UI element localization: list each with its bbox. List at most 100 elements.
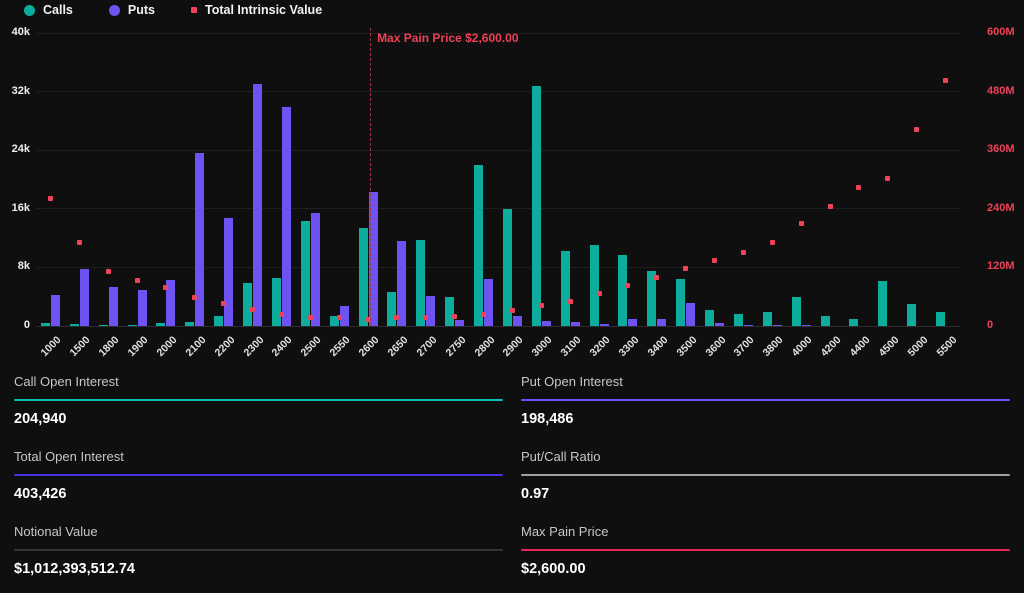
- call-bar-1800[interactable]: [99, 325, 108, 326]
- call-bar-3000[interactable]: [532, 86, 541, 326]
- intrinsic-value-dot-2400[interactable]: [279, 312, 284, 317]
- call-bar-2700[interactable]: [416, 240, 425, 326]
- put-bar-3000[interactable]: [542, 321, 551, 326]
- put-bar-1900[interactable]: [138, 290, 147, 326]
- call-bar-2200[interactable]: [214, 316, 223, 326]
- intrinsic-value-dot-2200[interactable]: [221, 301, 226, 306]
- call-bar-3500[interactable]: [676, 279, 685, 326]
- call-bar-5000[interactable]: [907, 304, 916, 326]
- x-axis-label-2200: 2200: [212, 334, 237, 359]
- call-bar-2100[interactable]: [185, 322, 194, 326]
- call-bar-2500[interactable]: [301, 221, 310, 326]
- call-bar-2400[interactable]: [272, 278, 281, 326]
- stat-underline-put-call-ratio: [521, 474, 1010, 476]
- call-bar-3300[interactable]: [618, 255, 627, 326]
- call-bar-2800[interactable]: [474, 165, 483, 326]
- intrinsic-value-dot-3600[interactable]: [712, 258, 717, 263]
- put-bar-3300[interactable]: [628, 319, 637, 326]
- square-marker-icon: [191, 7, 197, 13]
- put-bar-2200[interactable]: [224, 218, 233, 326]
- intrinsic-value-dot-2500[interactable]: [308, 315, 313, 320]
- intrinsic-value-dot-3000[interactable]: [539, 303, 544, 308]
- stat-underline-put-open-interest: [521, 399, 1010, 401]
- intrinsic-value-dot-3300[interactable]: [625, 283, 630, 288]
- put-bar-2800[interactable]: [484, 279, 493, 326]
- put-bar-3600[interactable]: [715, 323, 724, 326]
- intrinsic-value-dot-2750[interactable]: [452, 314, 457, 319]
- call-bar-3200[interactable]: [590, 245, 599, 326]
- intrinsic-value-dot-3400[interactable]: [654, 275, 659, 280]
- intrinsic-value-dot-2300[interactable]: [250, 307, 255, 312]
- call-bar-1500[interactable]: [70, 324, 79, 326]
- x-axis-label-3000: 3000: [530, 334, 555, 359]
- intrinsic-value-dot-3200[interactable]: [597, 291, 602, 296]
- put-bar-2500[interactable]: [311, 213, 320, 326]
- call-bar-3100[interactable]: [561, 251, 570, 326]
- put-bar-1500[interactable]: [80, 269, 89, 326]
- legend-item-calls[interactable]: Calls: [24, 3, 73, 17]
- put-bar-3800[interactable]: [773, 325, 782, 326]
- intrinsic-value-dot-5000[interactable]: [914, 127, 919, 132]
- intrinsic-value-dot-4200[interactable]: [828, 204, 833, 209]
- call-bar-4000[interactable]: [792, 297, 801, 326]
- call-bar-4200[interactable]: [821, 316, 830, 326]
- intrinsic-value-dot-3500[interactable]: [683, 266, 688, 271]
- circle-marker-icon: [109, 5, 120, 16]
- put-bar-2750[interactable]: [455, 320, 464, 326]
- put-bar-3200[interactable]: [600, 324, 609, 326]
- intrinsic-value-dot-1900[interactable]: [135, 278, 140, 283]
- put-bar-3500[interactable]: [686, 303, 695, 326]
- stat-total-open-interest: Total Open Interest403,426: [14, 443, 503, 518]
- intrinsic-value-dot-2000[interactable]: [163, 285, 168, 290]
- intrinsic-value-dot-2700[interactable]: [423, 315, 428, 320]
- intrinsic-value-dot-2100[interactable]: [192, 295, 197, 300]
- intrinsic-value-dot-5500[interactable]: [943, 78, 948, 83]
- intrinsic-value-dot-1000[interactable]: [48, 196, 53, 201]
- x-axis-label-3200: 3200: [588, 334, 613, 359]
- intrinsic-value-dot-2800[interactable]: [481, 312, 486, 317]
- right-axis-tick: 0: [987, 319, 993, 331]
- put-bar-1000[interactable]: [51, 295, 60, 326]
- stat-underline-total-open-interest: [14, 474, 503, 476]
- intrinsic-value-dot-3700[interactable]: [741, 250, 746, 255]
- call-bar-2650[interactable]: [387, 292, 396, 326]
- intrinsic-value-dot-4400[interactable]: [856, 185, 861, 190]
- call-bar-1000[interactable]: [41, 323, 50, 326]
- intrinsic-value-dot-2550[interactable]: [337, 315, 342, 320]
- x-axis-label-4500: 4500: [876, 334, 901, 359]
- put-bar-2400[interactable]: [282, 107, 291, 326]
- put-bar-2900[interactable]: [513, 316, 522, 326]
- intrinsic-value-dot-2900[interactable]: [510, 308, 515, 313]
- intrinsic-value-dot-4500[interactable]: [885, 176, 890, 181]
- put-bar-3700[interactable]: [744, 325, 753, 326]
- call-bar-5500[interactable]: [936, 312, 945, 326]
- put-bar-2700[interactable]: [426, 296, 435, 326]
- intrinsic-value-dot-4000[interactable]: [799, 221, 804, 226]
- call-bar-4500[interactable]: [878, 281, 887, 326]
- intrinsic-value-dot-1800[interactable]: [106, 269, 111, 274]
- call-bar-4400[interactable]: [849, 319, 858, 326]
- put-bar-2300[interactable]: [253, 84, 262, 326]
- call-bar-3700[interactable]: [734, 314, 743, 326]
- intrinsic-value-dot-1500[interactable]: [77, 240, 82, 245]
- stat-label-max-pain-price: Max Pain Price: [521, 524, 1010, 539]
- call-bar-1900[interactable]: [128, 325, 137, 326]
- put-bar-2100[interactable]: [195, 153, 204, 326]
- put-bar-3400[interactable]: [657, 319, 666, 326]
- intrinsic-value-dot-2650[interactable]: [394, 315, 399, 320]
- stat-label-total-open-interest: Total Open Interest: [14, 449, 503, 464]
- put-bar-1800[interactable]: [109, 287, 118, 326]
- call-bar-3600[interactable]: [705, 310, 714, 326]
- call-bar-2000[interactable]: [156, 323, 165, 326]
- intrinsic-value-dot-3100[interactable]: [568, 299, 573, 304]
- call-bar-2300[interactable]: [243, 283, 252, 326]
- put-bar-2650[interactable]: [397, 241, 406, 326]
- legend-item-total-intrinsic-value[interactable]: Total Intrinsic Value: [191, 3, 322, 17]
- call-bar-2600[interactable]: [359, 228, 368, 326]
- call-bar-2750[interactable]: [445, 297, 454, 326]
- call-bar-3800[interactable]: [763, 312, 772, 326]
- legend-item-puts[interactable]: Puts: [109, 3, 155, 17]
- intrinsic-value-dot-3800[interactable]: [770, 240, 775, 245]
- put-bar-4000[interactable]: [802, 325, 811, 326]
- put-bar-3100[interactable]: [571, 322, 580, 326]
